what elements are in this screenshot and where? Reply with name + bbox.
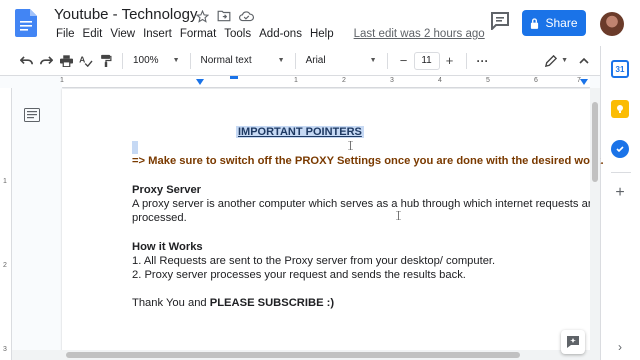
ruler-number: 3 (3, 346, 7, 353)
chevron-down-icon: ▼ (277, 57, 285, 64)
print-icon[interactable] (56, 51, 76, 71)
menu-view[interactable]: View (106, 28, 139, 40)
menu-insert[interactable]: Insert (139, 28, 176, 40)
toolbar-divider (386, 52, 388, 69)
toolbar-divider (294, 52, 296, 69)
how-it-works-step-2[interactable]: 2. Proxy server processes your request a… (132, 268, 466, 282)
editing-mode-pencil-icon[interactable] (541, 51, 561, 71)
menu-bar: File Edit View Insert Format Tools Add-o… (52, 28, 489, 40)
keep-icon[interactable] (611, 100, 629, 118)
warning-paragraph[interactable]: => Make sure to switch off the PROXY Set… (132, 155, 604, 167)
document-outline-icon[interactable] (24, 108, 40, 122)
app-header: Youtube - Technology File Edit View Inse… (0, 0, 640, 46)
svg-text:A: A (79, 55, 85, 65)
font-select[interactable]: Arial ▼ (302, 55, 381, 66)
document-title[interactable]: Youtube - Technology (54, 6, 197, 23)
mouse-cursor-icon (348, 141, 353, 150)
ruler-number: 2 (342, 77, 346, 84)
title-actions (194, 8, 254, 24)
toolbar-divider (189, 52, 191, 69)
formatting-toolbar: A 100% ▼ Normal text ▼ Arial ▼ − 11 + ··… (0, 46, 600, 76)
menu-edit[interactable]: Edit (79, 28, 107, 40)
paint-format-icon[interactable] (96, 51, 116, 71)
mouse-cursor-icon (396, 211, 401, 220)
ruler-number: 1 (3, 178, 7, 185)
calendar-icon[interactable]: 31 (611, 60, 629, 78)
text-cursor-selection (132, 141, 138, 154)
lock-icon (531, 17, 539, 29)
more-options-button[interactable]: ··· (473, 51, 493, 71)
move-folder-icon[interactable] (216, 8, 232, 24)
comment-history-icon[interactable] (490, 12, 510, 30)
panel-divider (611, 172, 631, 173)
chevron-down-icon: ▼ (369, 57, 377, 64)
spellcheck-icon[interactable]: A (76, 51, 96, 71)
decrease-font-size-button[interactable]: − (394, 51, 414, 71)
horizontal-ruler[interactable]: 1 1 2 3 4 5 6 7 (60, 76, 590, 88)
proxy-server-line-2[interactable]: processed. (132, 211, 187, 225)
style-select[interactable]: Normal text ▼ (197, 55, 289, 66)
proxy-server-title[interactable]: Proxy Server (132, 183, 201, 197)
toolbar-divider (122, 52, 123, 69)
chevron-down-icon[interactable]: ▼ (561, 57, 568, 64)
tasks-icon[interactable] (611, 140, 629, 158)
chevron-down-icon: ▼ (172, 57, 180, 64)
undo-icon[interactable] (16, 51, 36, 71)
left-indent-marker-icon[interactable] (196, 79, 204, 85)
vertical-ruler[interactable]: 1 2 3 (0, 88, 12, 360)
show-side-panel-icon[interactable]: › (611, 338, 629, 356)
vertical-scroll-thumb[interactable] (592, 102, 598, 182)
toolbar-divider (465, 52, 467, 69)
menu-format[interactable]: Format (176, 28, 220, 40)
thanks-text: Thank You and (132, 297, 210, 309)
ruler-number: 2 (3, 262, 7, 269)
how-it-works-step-1[interactable]: 1. All Requests are sent to the Proxy se… (132, 254, 495, 268)
proxy-server-line-1[interactable]: A proxy server is another computer which… (132, 197, 598, 211)
increase-font-size-button[interactable]: + (440, 51, 460, 71)
cloud-saved-icon[interactable] (238, 8, 254, 24)
ruler-number: 5 (486, 77, 490, 84)
zoom-value: 100% (133, 55, 159, 66)
right-indent-marker-icon[interactable] (580, 79, 588, 85)
calendar-date: 31 (615, 64, 625, 74)
redo-icon[interactable] (36, 51, 56, 71)
ruler-number: 3 (390, 77, 394, 84)
ruler-number: 1 (60, 77, 64, 84)
ruler-number: 1 (294, 77, 298, 84)
star-icon[interactable] (194, 8, 210, 24)
avatar[interactable] (600, 12, 624, 36)
menu-addons[interactable]: Add-ons (255, 28, 306, 40)
menu-file[interactable]: File (52, 28, 79, 40)
explore-icon (567, 336, 579, 348)
ruler-number: 4 (438, 77, 442, 84)
horizontal-scroll-thumb[interactable] (66, 352, 520, 358)
style-value: Normal text (200, 55, 252, 66)
vertical-scrollbar[interactable] (590, 88, 600, 360)
last-edit-link[interactable]: Last edit was 2 hours ago (350, 28, 489, 40)
font-value: Arial (305, 55, 326, 66)
share-label: Share (545, 16, 578, 30)
thanks-paragraph[interactable]: Thank You and PLEASE SUBSCRIBE :) (132, 296, 334, 310)
get-addons-icon[interactable]: + (611, 184, 629, 202)
explore-button[interactable] (561, 330, 585, 354)
menu-tools[interactable]: Tools (220, 28, 255, 40)
ruler-number: 6 (534, 77, 538, 84)
font-size-input[interactable]: 11 (413, 51, 440, 70)
share-button[interactable]: Share (522, 10, 586, 36)
zoom-select[interactable]: 100% ▼ (129, 55, 184, 66)
horizontal-scrollbar[interactable] (12, 350, 590, 360)
menu-help[interactable]: Help (306, 28, 338, 40)
how-it-works-title[interactable]: How it Works (132, 240, 203, 254)
ruler-number: 7 (577, 77, 581, 84)
subscribe-text: PLEASE SUBSCRIBE :) (209, 297, 335, 309)
docs-logo-icon[interactable] (15, 9, 37, 37)
first-line-indent-marker[interactable] (230, 76, 238, 79)
hide-menus-icon[interactable] (574, 51, 594, 71)
document-heading[interactable]: IMPORTANT POINTERS (236, 126, 364, 138)
side-panel: 31 + › (600, 46, 640, 360)
